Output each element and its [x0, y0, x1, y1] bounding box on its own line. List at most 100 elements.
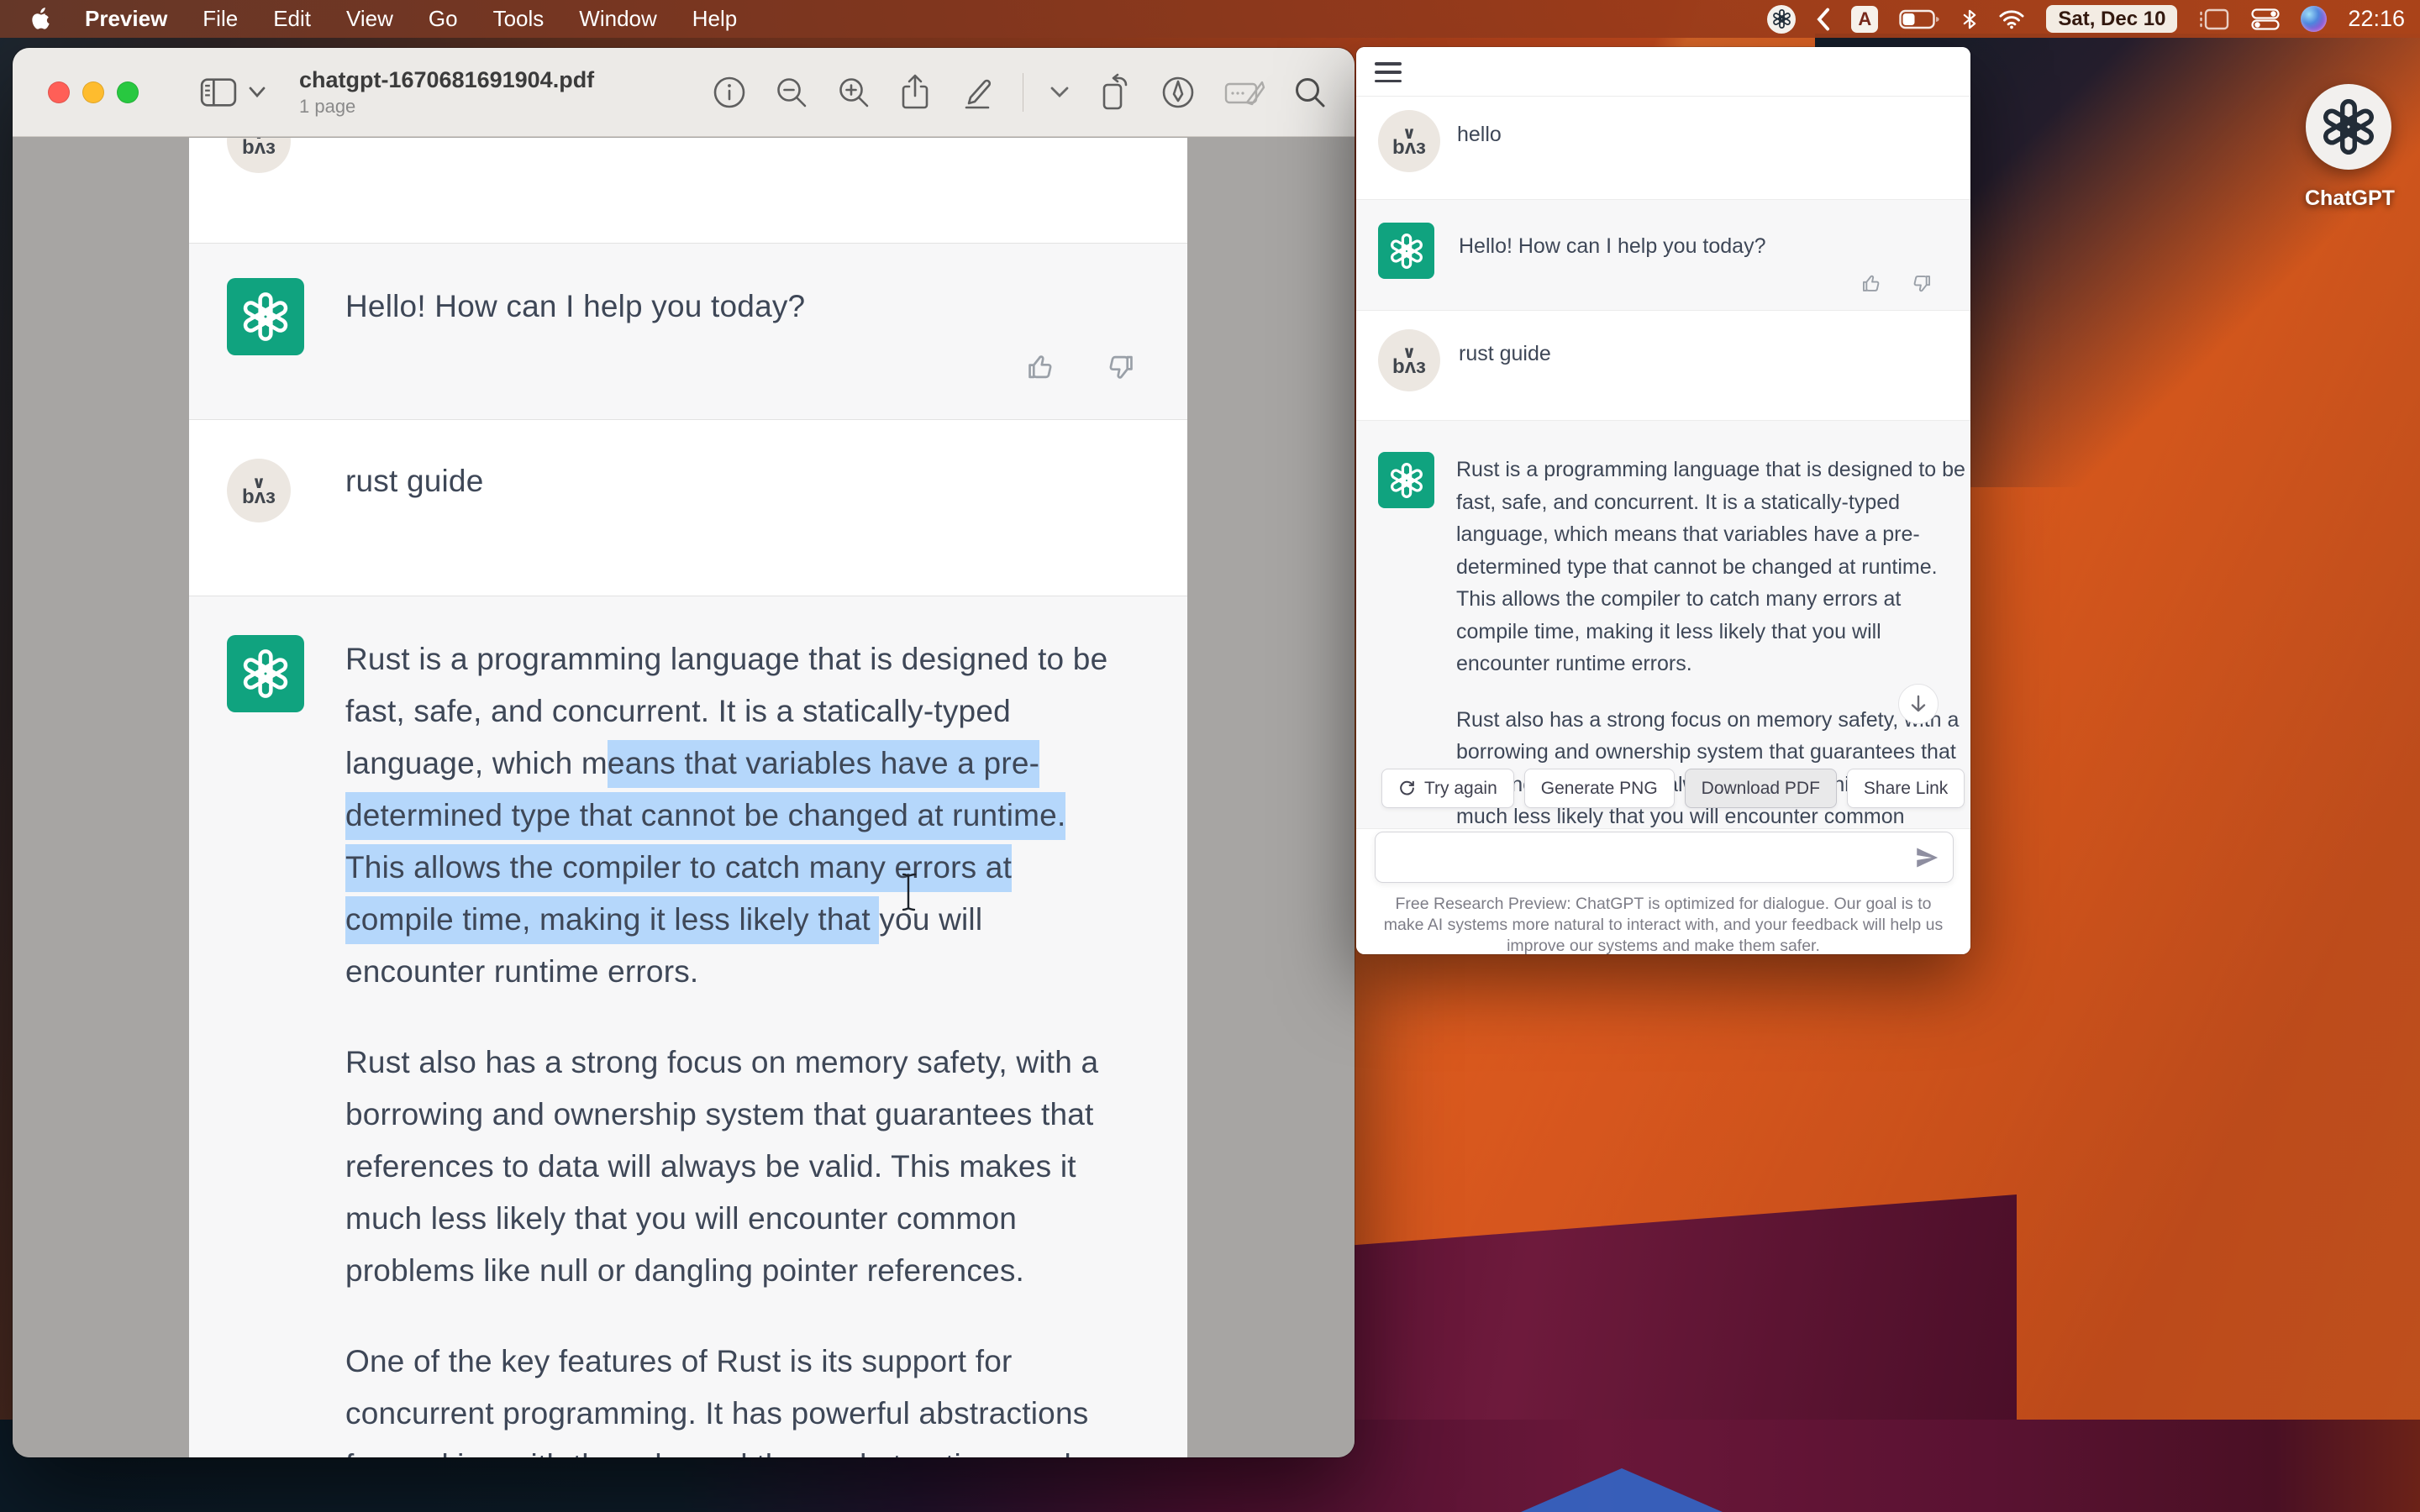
- menubar-clock[interactable]: 22:16: [2348, 6, 2405, 32]
- assistant-greeting-text[interactable]: Hello! How can I help you today?: [345, 281, 805, 333]
- panel-reply-paragraph-2[interactable]: Rust also has a strong focus on memory s…: [1456, 704, 1965, 830]
- markup-pen-button[interactable]: [1160, 74, 1197, 111]
- wifi-icon[interactable]: [1998, 9, 2025, 29]
- user-avatar: ∨bʌɜ: [1378, 329, 1440, 391]
- input-source-indicator[interactable]: A: [1851, 6, 1878, 33]
- panel-row-assistant-greeting: Hello! How can I help you today?: [1356, 199, 1970, 311]
- panel-user-msg-2[interactable]: rust guide: [1459, 338, 1551, 370]
- send-icon: [1914, 845, 1939, 870]
- openai-logo-icon: [241, 292, 290, 341]
- back-chevron-icon[interactable]: [1817, 8, 1830, 31]
- try-again-button[interactable]: Try again: [1381, 769, 1514, 808]
- user-avatar: ∨bʌɜ: [1378, 110, 1440, 172]
- menu-file[interactable]: File: [185, 0, 255, 38]
- feedback-buttons: [1025, 351, 1136, 383]
- rotate-button[interactable]: [1096, 73, 1133, 112]
- share-button[interactable]: [898, 74, 932, 111]
- panel-row-user-prompt: ∨bʌɜ rust guide: [1356, 311, 1970, 420]
- user-avatar-glyph: ∨ bʌɜ: [242, 138, 276, 155]
- pdf-page[interactable]: ∨ bʌɜ: [189, 138, 1187, 1457]
- reply-paragraph-2[interactable]: Rust also has a strong focus on memory s…: [345, 1037, 1107, 1297]
- assistant-avatar: [227, 635, 304, 712]
- panel-row-user-hello: ∨bʌɜ hello: [1356, 97, 1970, 199]
- close-button[interactable]: [48, 81, 70, 103]
- minimize-button[interactable]: [82, 81, 104, 103]
- reply-paragraph-3[interactable]: One of the key features of Rust is its s…: [345, 1336, 1107, 1457]
- zoom-out-button[interactable]: [774, 75, 809, 110]
- menu-go[interactable]: Go: [411, 0, 476, 38]
- pdf-row-assistant-reply: Rust is a programming language that is d…: [189, 596, 1187, 1457]
- openai-logo-icon: [1389, 234, 1424, 269]
- menubar-date[interactable]: Sat, Dec 10: [2046, 5, 2177, 33]
- pdf-row-assistant-greeting: Hello! How can I help you today?: [189, 244, 1187, 420]
- preview-titlebar[interactable]: chatgpt-1670681691904.pdf 1 page: [13, 48, 1355, 137]
- thumbs-down-icon[interactable]: [1910, 272, 1933, 295]
- apple-menu[interactable]: [0, 0, 67, 38]
- sidebar-chevron-icon[interactable]: [249, 87, 266, 98]
- battery-icon[interactable]: [1899, 8, 1941, 30]
- panel-row-assistant-reply: Rust is a programming language that is d…: [1356, 420, 1970, 829]
- screen-mirroring-icon[interactable]: [2198, 8, 2230, 31]
- siri-icon[interactable]: [2301, 6, 2327, 32]
- chatgpt-app-label: ChatGPT: [2305, 186, 2392, 211]
- pdf-row-user-prompt: ∨bʌɜ rust guide: [189, 420, 1187, 596]
- search-button[interactable]: [1292, 75, 1328, 110]
- panel-topbar: [1356, 47, 1970, 97]
- user-prompt-text[interactable]: rust guide: [345, 455, 484, 507]
- menu-help[interactable]: Help: [675, 0, 755, 38]
- hamburger-menu-icon[interactable]: [1375, 62, 1402, 82]
- menu-app-name[interactable]: Preview: [67, 0, 185, 38]
- menu-window[interactable]: Window: [561, 0, 674, 38]
- panel-user-msg-1[interactable]: hello: [1457, 118, 1502, 151]
- download-pdf-button[interactable]: Download PDF: [1685, 769, 1837, 808]
- menu-bar-left: Preview File Edit View Go Tools Window H…: [0, 0, 755, 38]
- assistant-avatar: [227, 278, 304, 355]
- generate-png-button[interactable]: Generate PNG: [1524, 769, 1675, 808]
- thumbs-up-icon[interactable]: [1860, 272, 1883, 295]
- menu-view[interactable]: View: [329, 0, 411, 38]
- retry-icon: [1398, 780, 1416, 797]
- zoom-button[interactable]: [117, 81, 139, 103]
- thumbs-up-icon[interactable]: [1025, 351, 1057, 383]
- menu-tools[interactable]: Tools: [476, 0, 562, 38]
- reply-paragraph-1[interactable]: Rust is a programming language that is d…: [345, 633, 1107, 998]
- thumbs-down-icon[interactable]: [1104, 351, 1136, 383]
- highlight-pen-button[interactable]: [959, 74, 996, 111]
- menu-edit[interactable]: Edit: [255, 0, 329, 38]
- openai-logo-icon: [1389, 463, 1424, 498]
- message-composer[interactable]: [1375, 832, 1954, 883]
- panel-reply-paragraph-1[interactable]: Rust is a programming language that is d…: [1456, 454, 1965, 680]
- preview-window: chatgpt-1670681691904.pdf 1 page: [13, 48, 1355, 1457]
- zoom-in-button[interactable]: [836, 75, 871, 110]
- panel-feedback-buttons: [1860, 272, 1933, 295]
- chatgpt-menubar-icon[interactable]: [1767, 5, 1796, 34]
- chatgpt-app-icon[interactable]: [2306, 84, 2391, 170]
- highlight-style-chevron[interactable]: [1050, 87, 1069, 98]
- traffic-lights: [48, 81, 151, 103]
- info-button[interactable]: [712, 75, 747, 110]
- chatgpt-export-panel: ∨bʌɜ hello Hello! How can I help you tod…: [1356, 47, 1970, 954]
- openai-logo-icon: [1772, 9, 1791, 29]
- assistant-avatar: [1378, 223, 1434, 279]
- scroll-to-bottom-button[interactable]: [1898, 684, 1939, 724]
- sidebar-toggle-icon[interactable]: [200, 78, 237, 107]
- composer-input[interactable]: [1389, 839, 1902, 875]
- assistant-reply-text[interactable]: Rust is a programming language that is d…: [345, 633, 1107, 1457]
- pdf-row-user-hello-partial: ∨ bʌɜ: [189, 138, 1187, 244]
- desktop-chatgpt-app[interactable]: ChatGPT: [2305, 84, 2392, 211]
- menu-bar: Preview File Edit View Go Tools Window H…: [0, 0, 2420, 38]
- user-avatar: ∨ bʌɜ: [227, 138, 291, 173]
- document-title: chatgpt-1670681691904.pdf: [299, 67, 594, 93]
- pdf-canvas[interactable]: ∨ bʌɜ: [13, 138, 1355, 1457]
- fill-sign-button[interactable]: [1223, 76, 1265, 109]
- page-count-label: 1 page: [299, 96, 594, 117]
- panel-action-buttons: Try again Generate PNG Download PDF Shar…: [1381, 769, 1965, 808]
- control-center-icon[interactable]: [2251, 8, 2280, 30]
- panel-assistant-msg-1[interactable]: Hello! How can I help you today?: [1459, 230, 1766, 263]
- share-link-button[interactable]: Share Link: [1847, 769, 1965, 808]
- window-title-block: chatgpt-1670681691904.pdf 1 page: [299, 67, 594, 117]
- send-button[interactable]: [1914, 845, 1939, 870]
- bluetooth-icon[interactable]: [1962, 8, 1977, 31]
- apple-icon: [30, 8, 50, 31]
- status-icons: A Sat, Dec 10: [1767, 0, 2420, 38]
